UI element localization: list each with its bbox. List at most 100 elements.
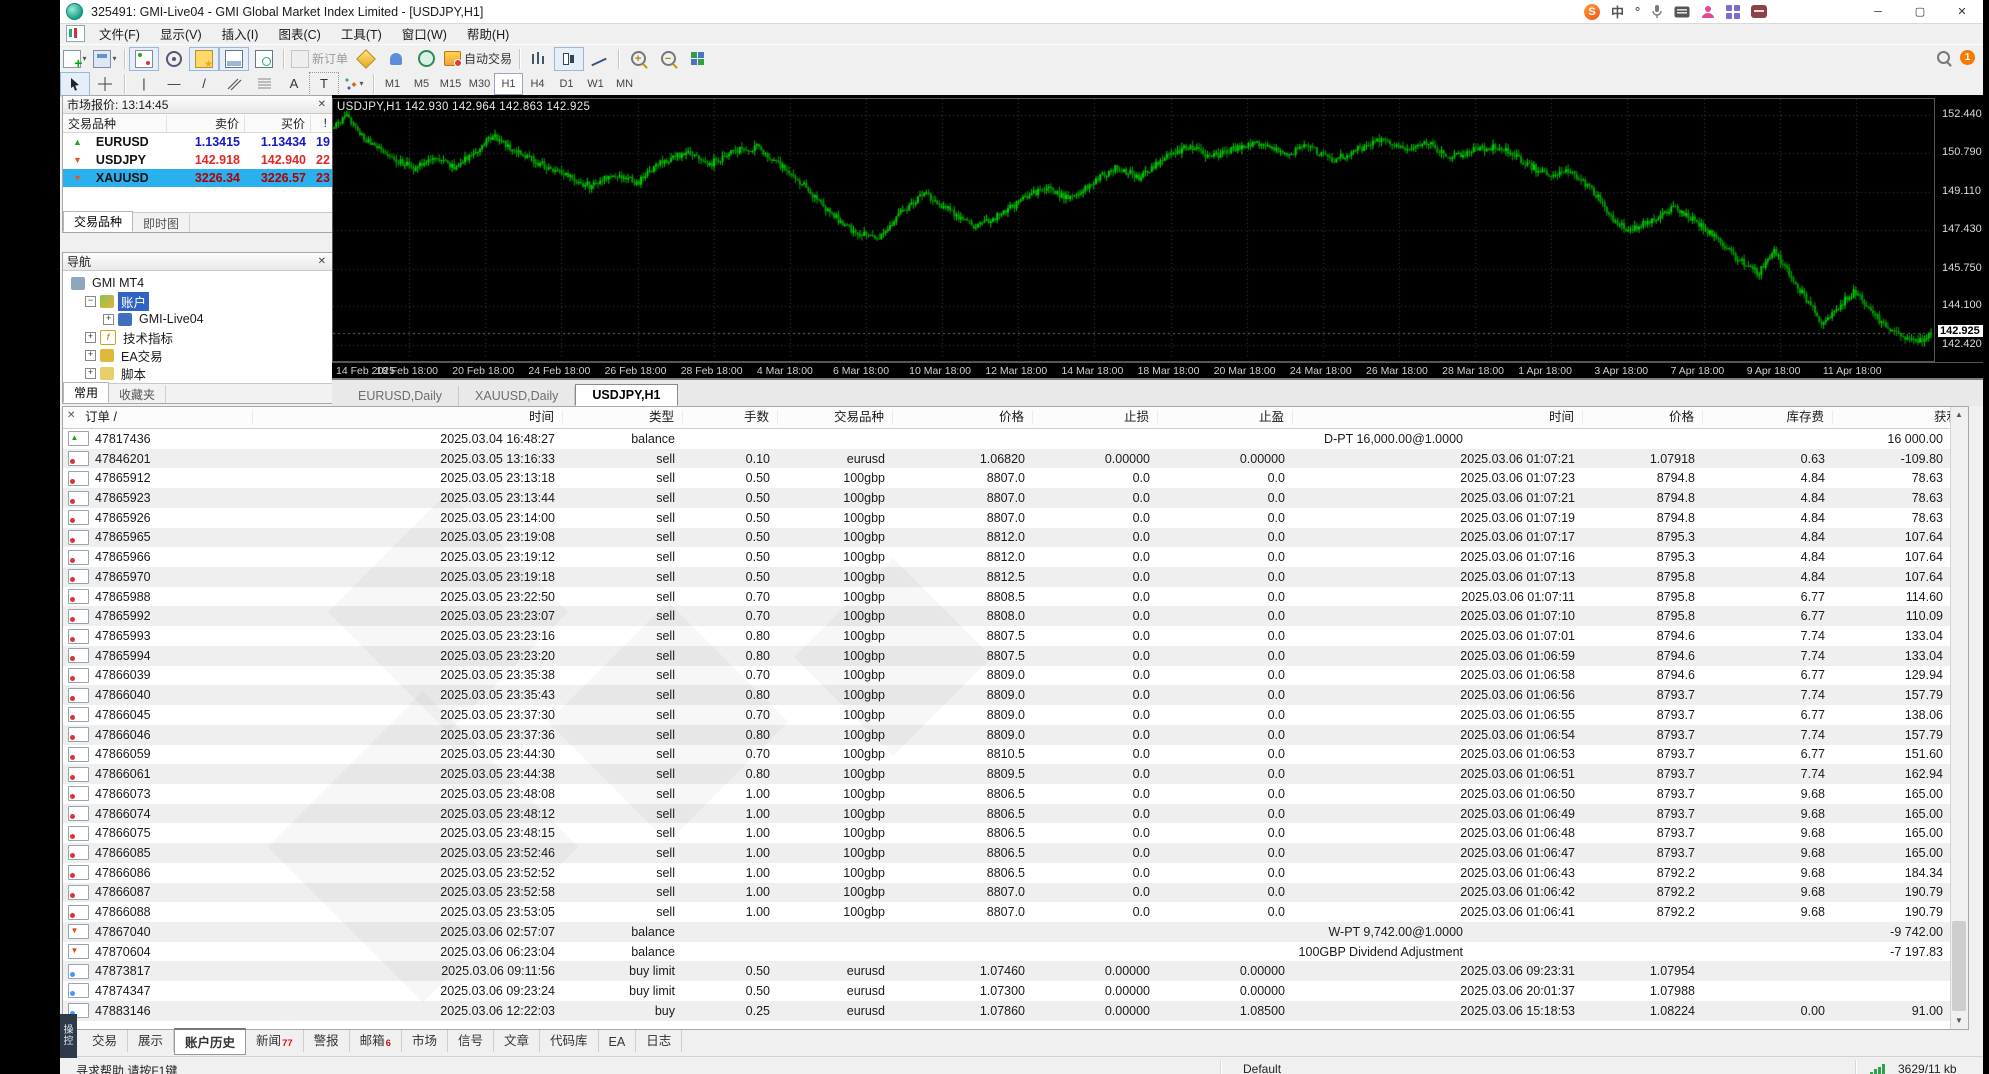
history-row[interactable]: 47866046 2025.03.05 23:37:36 sell 0.80 100gb… — [63, 724, 1951, 745]
menu-item[interactable]: 图表(C) — [268, 22, 330, 45]
history-row[interactable]: 47866086 2025.03.05 23:52:52 sell 1.00 100gb… — [63, 863, 1951, 883]
apps-grid-icon[interactable] — [1726, 4, 1741, 19]
history-header-cell[interactable]: 库存费 — [1703, 410, 1833, 425]
scroll-up-icon[interactable]: ▲ — [1951, 407, 1967, 423]
menu-item[interactable]: 工具(T) — [331, 22, 392, 45]
maximize-button[interactable]: ▢ — [1899, 0, 1941, 23]
zoom-in-button[interactable]: + — [623, 47, 653, 71]
navigator-item[interactable]: + f 技术指标 — [67, 328, 333, 346]
history-row[interactable]: 47865923 2025.03.05 23:13:44 sell 0.50 100gb… — [63, 488, 1951, 508]
menu-item[interactable]: 帮助(H) — [457, 22, 519, 45]
history-row[interactable]: 47866073 2025.03.05 23:48:08 sell 1.00 100gb… — [63, 784, 1951, 804]
terminal-tab-文章[interactable]: 文章 — [494, 1030, 541, 1052]
minimize-button[interactable]: ─ — [1857, 0, 1899, 23]
timeframe-h4[interactable]: H4 — [523, 73, 552, 95]
history-row[interactable]: 47865970 2025.03.05 23:19:18 sell 0.50 100gb… — [63, 567, 1951, 587]
market-watch-close-icon[interactable]: ✕ — [315, 99, 329, 110]
history-row[interactable]: ▼ 47867040 2025.03.06 02:57:07 balance W-PT … — [63, 921, 1951, 942]
microphone-icon[interactable] — [1651, 4, 1663, 19]
history-header-cell[interactable]: 手数 — [683, 410, 778, 425]
navigator-close-icon[interactable]: ✕ — [315, 256, 329, 267]
new-order-button[interactable]: 新订单 — [288, 47, 351, 71]
label-tool-button[interactable]: T — [309, 71, 339, 96]
history-header-cell[interactable]: 时间 — [253, 410, 563, 425]
terminal-button[interactable] — [219, 46, 249, 71]
history-table-header[interactable]: 订单 / 时间 类型 手数 交易品种 价格 止损 止盈 时间 价格 库存费 获利 — [63, 407, 1968, 429]
scrollbar-thumb[interactable] — [1952, 921, 1966, 1011]
history-row[interactable]: 47865988 2025.03.05 23:22:50 sell 0.70 100gb… — [63, 587, 1951, 607]
webterminal-button[interactable] — [411, 47, 441, 71]
time-axis[interactable]: 14 Feb 2025 18 Feb 18:00 20 Feb 18:00 24 Fe… — [332, 362, 1989, 379]
arrows-tool-button[interactable]: ▾ — [339, 72, 369, 96]
timeframe-d1[interactable]: D1 — [552, 73, 581, 95]
timeframe-m30[interactable]: M30 — [465, 73, 494, 95]
history-row[interactable]: ▼ 47870604 2025.03.06 06:23:04 balance 100GB… — [63, 942, 1951, 962]
cursor-tool-button[interactable] — [60, 71, 90, 96]
navigator-item[interactable]: + 脚本 — [67, 364, 333, 382]
search-icon[interactable] — [1937, 51, 1950, 64]
history-row[interactable]: ▲ 47817436 2025.03.04 16:48:27 balance D-PT … — [63, 429, 1951, 449]
data-window-button[interactable] — [159, 47, 189, 71]
history-row[interactable]: 47866039 2025.03.05 23:35:38 sell 0.70 100gb… — [63, 666, 1951, 686]
history-row[interactable]: 47866059 2025.03.05 23:44:30 sell 0.70 100gb… — [63, 745, 1951, 765]
autotrading-button[interactable]: 自动交易 — [441, 47, 515, 71]
market-watch-header-cell[interactable]: 交易品种 — [63, 114, 167, 132]
timeframe-w1[interactable]: W1 — [581, 73, 610, 95]
fibonacci-tool-button[interactable] — [249, 72, 279, 96]
market-watch-tab[interactable]: 交易品种 — [63, 211, 134, 232]
timeframe-m1[interactable]: M1 — [378, 73, 407, 95]
history-row[interactable]: 47865966 2025.03.05 23:19:12 sell 0.50 100gb… — [63, 547, 1951, 567]
market-watch-tab[interactable]: 即时图 — [133, 214, 191, 232]
remote-side-tab[interactable]: 操控 — [60, 1014, 77, 1058]
degree-icon[interactable]: ° — [1635, 4, 1640, 19]
navigator-item[interactable]: GMI MT4 — [67, 274, 333, 292]
tree-expander-icon[interactable]: + — [85, 349, 96, 361]
terminal-tab-代码库[interactable]: 代码库 — [540, 1030, 599, 1052]
terminal-tab-EA[interactable]: EA — [599, 1030, 637, 1052]
text-tool-button[interactable]: A — [279, 72, 309, 96]
market-watch-header-cell[interactable]: ! — [311, 116, 333, 130]
chat-icon[interactable] — [1751, 5, 1768, 18]
terminal-tab-日志[interactable]: 日志 — [636, 1030, 683, 1052]
tree-expander-icon[interactable]: + — [85, 331, 96, 343]
metaeditor-button[interactable] — [351, 47, 381, 71]
menu-item[interactable]: 显示(V) — [150, 22, 212, 45]
terminal-tab-市场[interactable]: 市场 — [402, 1030, 448, 1052]
new-chart-button[interactable]: ▾ — [60, 47, 90, 71]
history-row[interactable]: 47866088 2025.03.05 23:53:05 sell 1.00 100gb… — [63, 902, 1951, 922]
strategy-tester-button[interactable] — [249, 47, 279, 71]
navigator-tab[interactable]: 收藏夹 — [109, 385, 167, 403]
remote-logo-icon[interactable]: S — [1584, 3, 1600, 20]
terminal-scrollbar[interactable]: ▲ ▼ — [1950, 407, 1968, 1029]
navigator-tab[interactable]: 常用 — [63, 382, 110, 403]
vline-tool-button[interactable]: | — [129, 72, 159, 96]
history-row[interactable]: 47874347 2025.03.06 09:23:24 buy limit 0.50… — [63, 981, 1951, 1001]
notification-badge[interactable]: 1 — [1960, 50, 1975, 65]
history-row[interactable]: 47866085 2025.03.05 23:52:46 sell 1.00 100gb… — [63, 843, 1951, 863]
terminal-tab-信号[interactable]: 信号 — [448, 1030, 494, 1052]
terminal-tab-新闻[interactable]: 新闻 77 — [246, 1030, 304, 1052]
history-row[interactable]: 47865965 2025.03.05 23:19:08 sell 0.50 100gb… — [63, 527, 1951, 548]
history-header-cell[interactable]: 止盈 — [1158, 410, 1293, 425]
profiles-button[interactable]: ▾ — [90, 47, 120, 71]
status-profile[interactable]: Default — [1243, 1062, 1281, 1074]
person-icon[interactable] — [1701, 5, 1715, 19]
menu-item[interactable]: 插入(I) — [212, 22, 269, 45]
navigator-button[interactable] — [189, 46, 219, 71]
terminal-tab-账户历史[interactable]: 账户历史 — [174, 1028, 247, 1055]
terminal-close-icon[interactable]: ✕ — [67, 410, 75, 421]
history-header-cell[interactable]: 获利 — [1833, 410, 1968, 425]
history-header-cell[interactable]: 类型 — [563, 410, 683, 425]
history-header-cell[interactable]: 价格 — [893, 410, 1033, 425]
chart-mdi-icon[interactable] — [66, 25, 85, 42]
scroll-down-icon[interactable]: ▼ — [1951, 1013, 1967, 1029]
history-row[interactable]: 47866075 2025.03.05 23:48:15 sell 1.00 100gb… — [63, 823, 1951, 843]
market-watch-header-cell[interactable]: 卖价 — [167, 114, 245, 132]
candle-chart-mode-button[interactable] — [554, 46, 585, 71]
channel-tool-button[interactable] — [219, 72, 249, 96]
navigator-item[interactable]: + GMI-Live04 — [67, 310, 333, 328]
market-watch-button[interactable] — [129, 46, 159, 71]
bar-chart-mode-button[interactable] — [524, 47, 554, 71]
terminal-tab-警报[interactable]: 警报 — [304, 1030, 350, 1052]
history-row[interactable]: 47866040 2025.03.05 23:35:43 sell 0.80 100gb… — [63, 685, 1951, 706]
